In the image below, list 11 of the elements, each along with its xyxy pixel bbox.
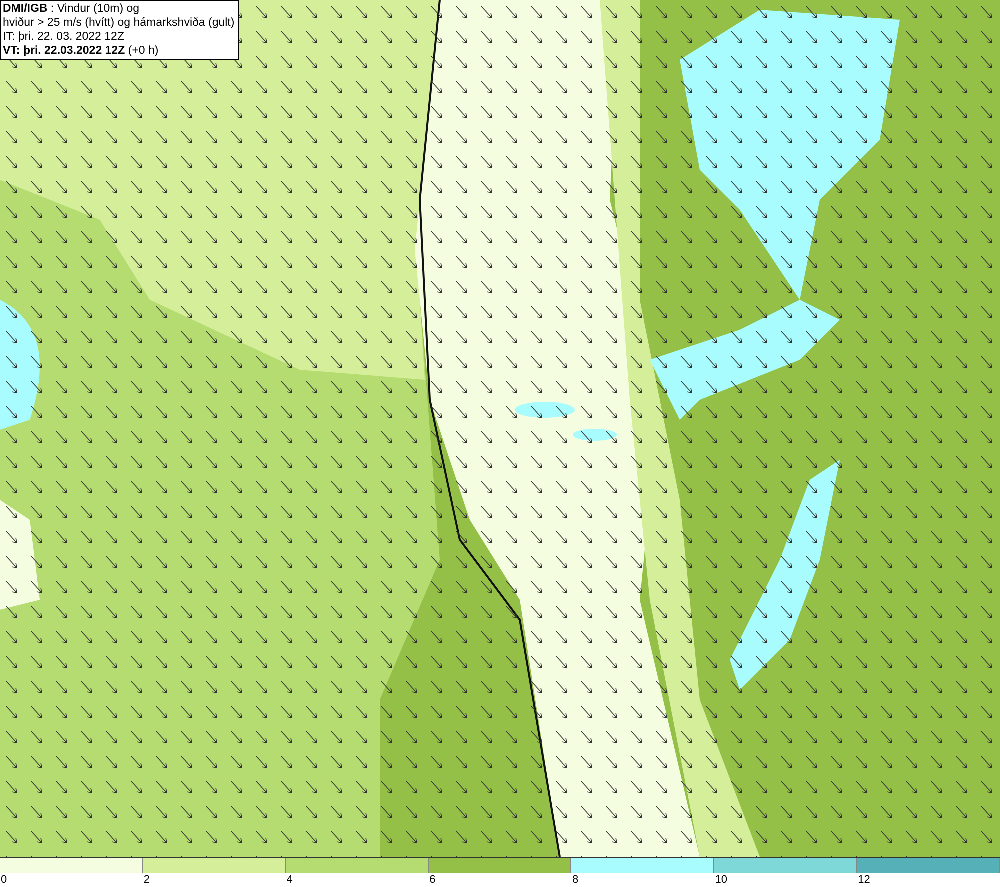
legend-label: 0	[1, 873, 8, 887]
title-line: IT: þri. 22. 03. 2022 12Z	[3, 30, 126, 44]
title-line: hviður > 25 m/s (hvítt) og hámarkshviða (gult)	[3, 16, 235, 30]
legend-label: 8	[572, 873, 579, 887]
title-line: VT: þri. 22.03.2022 12Z (+0 h)	[3, 44, 160, 58]
legend-label: 6	[430, 873, 436, 887]
legend-label: 4	[286, 873, 293, 887]
legend-label: 10	[715, 873, 728, 887]
title-line: DMI/IGB : Vindur (10m) og	[3, 2, 141, 16]
legend-label: 2	[144, 873, 150, 887]
legend-label: 12	[858, 873, 870, 887]
